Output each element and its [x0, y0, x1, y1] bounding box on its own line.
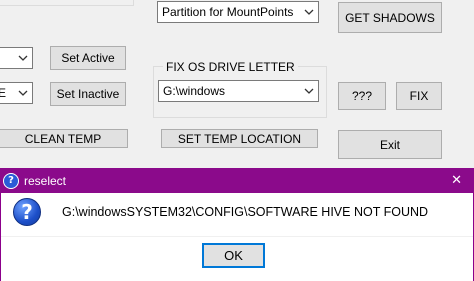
- chevron-down-icon: [14, 83, 32, 103]
- set-temp-location-button[interactable]: SET TEMP LOCATION: [161, 129, 318, 148]
- question-icon: ?: [3, 172, 19, 189]
- chevron-down-icon: [300, 2, 318, 22]
- set-active-label: Set Active: [61, 51, 115, 65]
- fix-button-label: FIX: [409, 89, 429, 103]
- question-button[interactable]: ???: [338, 82, 386, 110]
- exit-label: Exit: [379, 137, 400, 152]
- exit-button[interactable]: Exit: [338, 130, 442, 159]
- ok-button[interactable]: OK: [202, 243, 265, 268]
- close-icon[interactable]: ✕: [451, 172, 462, 188]
- top-left-panel-edge: [0, 0, 134, 6]
- chevron-down-icon: [14, 48, 32, 68]
- question-button-label: ???: [351, 89, 373, 103]
- clean-temp-label: CLEAN TEMP: [24, 131, 102, 146]
- get-shadows-label: GET SHADOWS: [345, 10, 435, 25]
- left-combo-2-value: E: [0, 86, 7, 100]
- dialog-title: reselect: [24, 173, 67, 188]
- set-inactive-label: Set Inactive: [56, 87, 120, 101]
- partition-select-value: Partition for MountPoints: [162, 5, 294, 19]
- clean-temp-button[interactable]: CLEAN TEMP: [0, 129, 128, 148]
- set-temp-location-label: SET TEMP LOCATION: [177, 131, 302, 146]
- question-icon: ?: [13, 198, 41, 226]
- dialog-message: G:\windowsSYSTEM32\CONFIG\SOFTWARE HIVE …: [62, 205, 429, 219]
- set-active-button[interactable]: Set Active: [50, 46, 126, 70]
- get-shadows-button[interactable]: GET SHADOWS: [338, 2, 442, 33]
- drive-select-value: G:\windows: [163, 84, 226, 98]
- dialog-titlebar[interactable]: ? reselect ✕: [0, 168, 474, 193]
- left-combo-1[interactable]: [0, 47, 33, 69]
- dialog-footer: [1, 236, 473, 237]
- ok-label: OK: [224, 248, 243, 263]
- drive-select[interactable]: G:\windows: [158, 80, 319, 102]
- set-inactive-button[interactable]: Set Inactive: [50, 82, 126, 106]
- left-combo-2[interactable]: E: [0, 82, 33, 104]
- chevron-down-icon: [300, 81, 318, 101]
- partition-select[interactable]: Partition for MountPoints: [157, 1, 319, 23]
- fix-button[interactable]: FIX: [396, 82, 442, 110]
- fix-os-drive-group-label: FIX OS DRIVE LETTER: [163, 60, 298, 74]
